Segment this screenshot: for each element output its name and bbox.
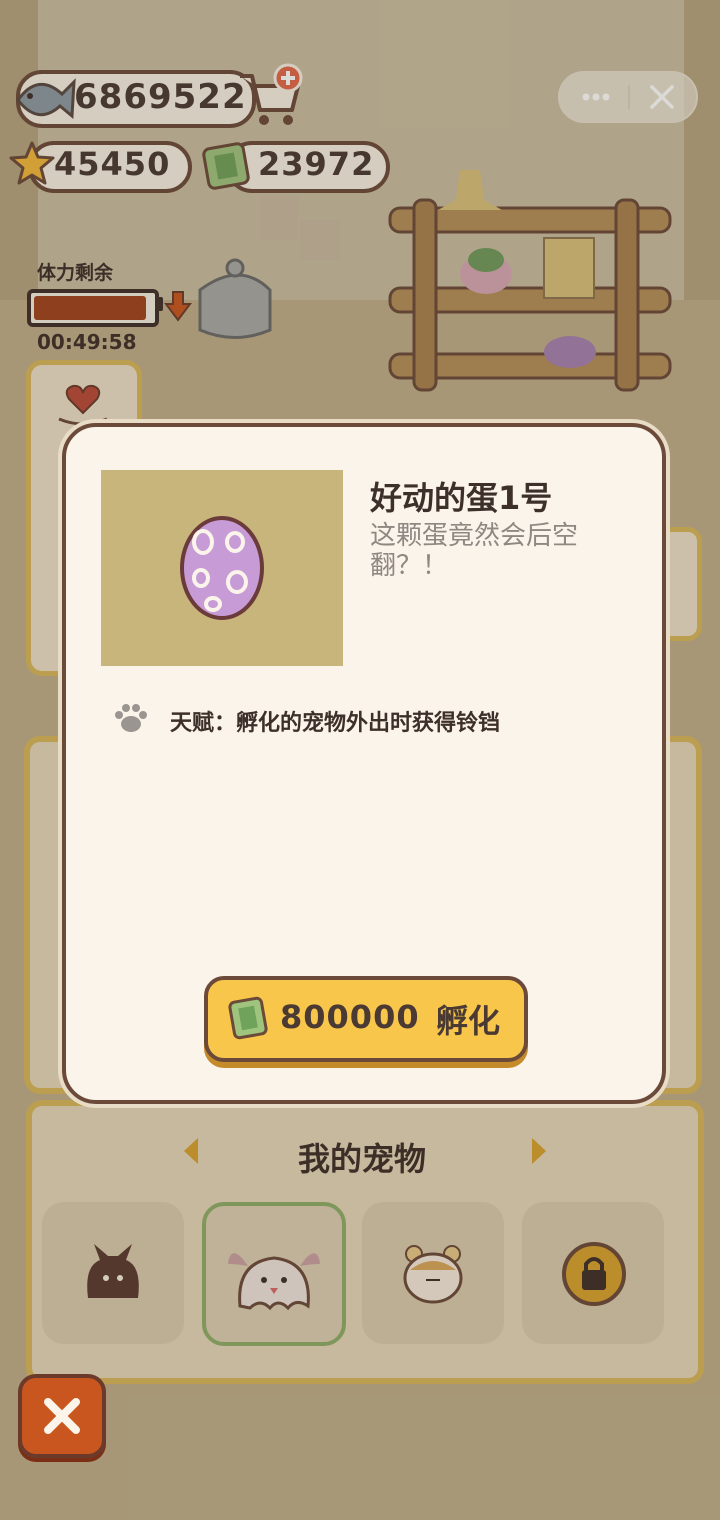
egg-talent: 天赋：孵化的宠物外出时获得铃铛 (170, 711, 501, 736)
egg-description: 这颗蛋竟然会后空翻？！ (370, 521, 579, 581)
egg-detail-dialog: 好动的蛋1号 这颗蛋竟然会后空翻？！ 天赋：孵化的宠物外出时获得铃铛 80000… (62, 423, 666, 1104)
close-icon (44, 1398, 80, 1434)
egg-title: 好动的蛋1号 (370, 479, 553, 517)
hatch-label: 孵化 (436, 1002, 501, 1040)
egg-image (180, 516, 264, 620)
hatch-button[interactable]: 800000 孵化 (204, 976, 528, 1062)
paw-icon (115, 704, 147, 732)
hatch-price: 800000 (280, 998, 420, 1036)
egg-image-frame (101, 470, 343, 666)
ticket-icon (228, 996, 268, 1040)
close-dialog-button[interactable] (18, 1374, 106, 1458)
